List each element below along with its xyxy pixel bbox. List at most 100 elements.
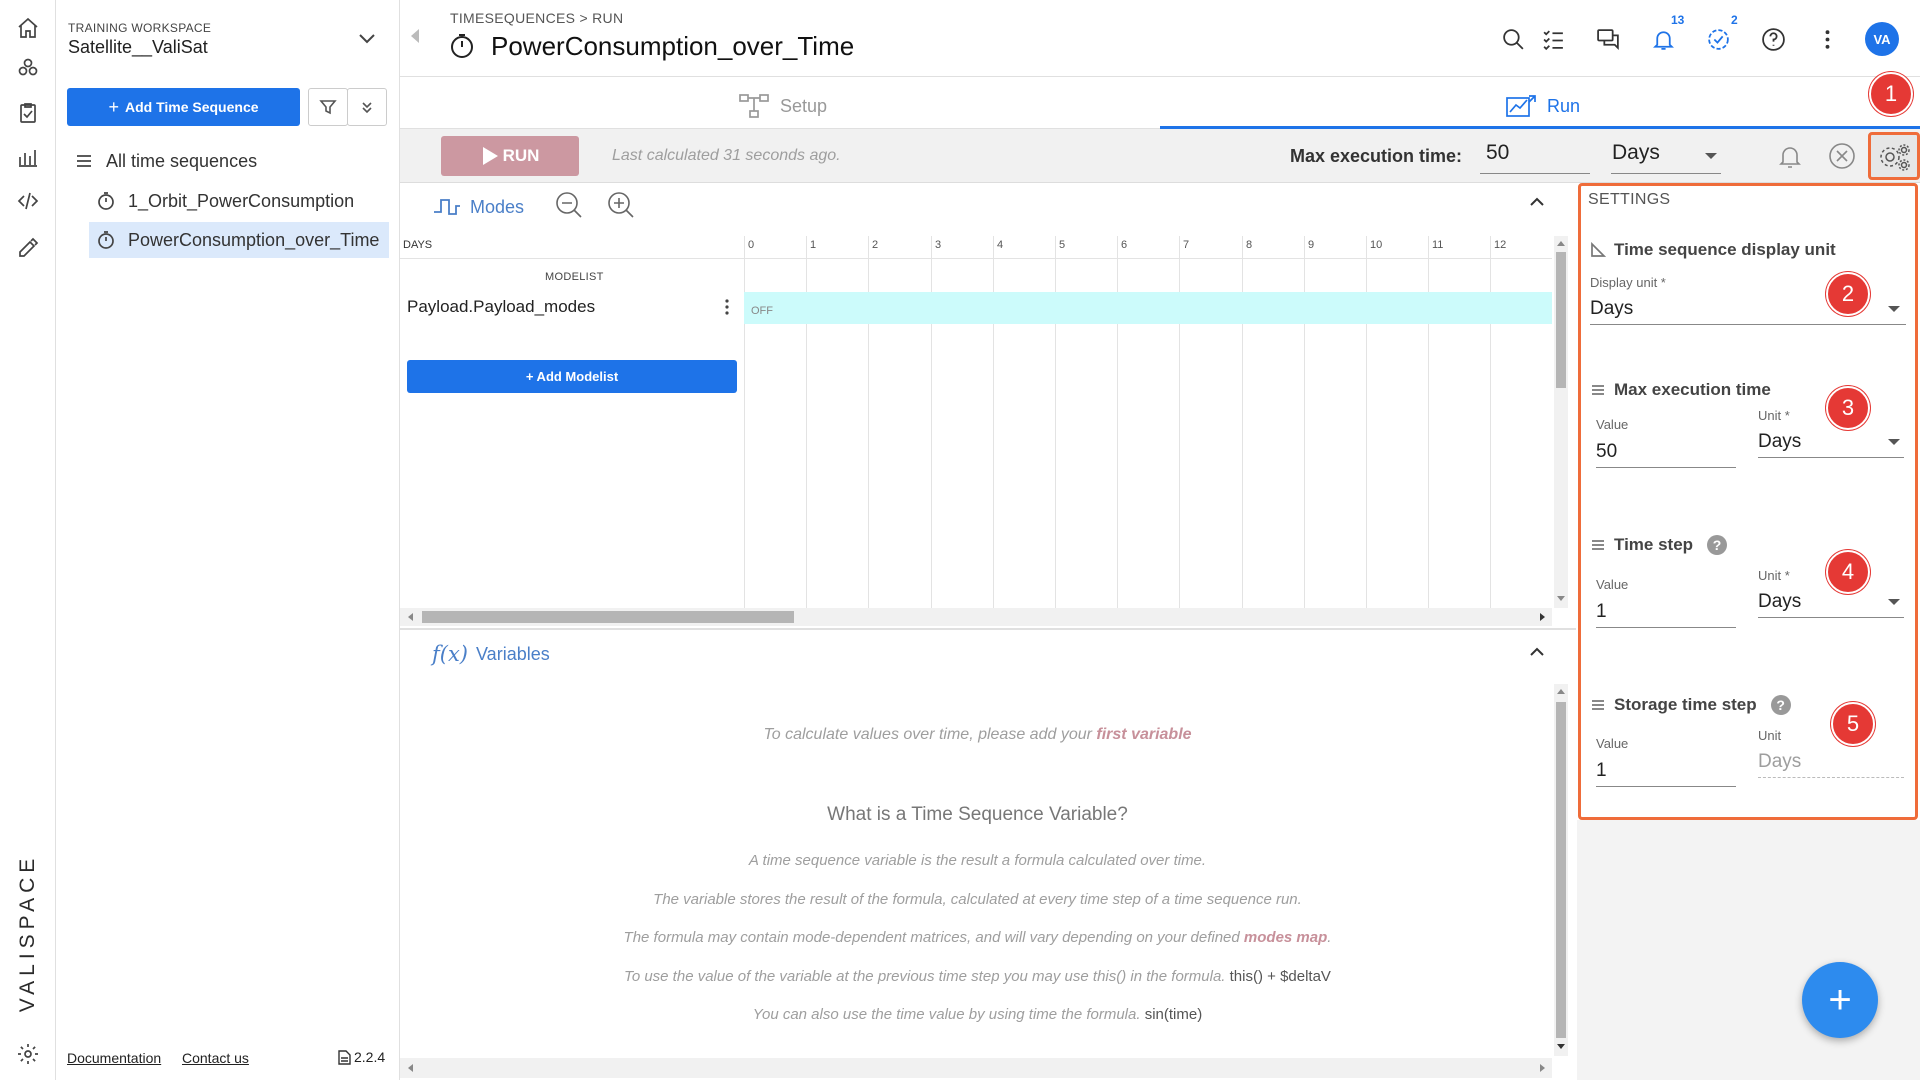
add-modelist-button[interactable]: + Add Modelist bbox=[407, 360, 737, 393]
home-icon[interactable] bbox=[14, 14, 42, 42]
checklist-icon[interactable] bbox=[1540, 26, 1566, 52]
version: 2.2.4 bbox=[338, 1049, 385, 1065]
annotation-marker-3: 3 bbox=[1826, 386, 1870, 430]
left-rail: VALISPACE bbox=[0, 0, 56, 1080]
help-icon[interactable]: ? bbox=[1707, 535, 1728, 555]
modes-map-link[interactable]: modes map bbox=[1244, 929, 1327, 946]
stopwatch-icon bbox=[98, 192, 114, 210]
run-button[interactable]: RUN bbox=[441, 136, 579, 176]
modelist-name[interactable]: Payload.Payload_modes bbox=[407, 297, 595, 317]
zoom-in-icon[interactable] bbox=[606, 190, 636, 220]
stop-icon[interactable] bbox=[1827, 141, 1857, 171]
modes-title: Modes bbox=[470, 196, 525, 217]
last-calculated-text: Last calculated 31 seconds ago. bbox=[612, 147, 841, 164]
max-execution-value-input[interactable]: 50 bbox=[1596, 441, 1736, 468]
avatar[interactable]: VA bbox=[1865, 22, 1899, 56]
expand-all-button[interactable] bbox=[347, 88, 387, 126]
scroll-down-icon[interactable] bbox=[1557, 1044, 1565, 1049]
storage-time-step-value-input[interactable]: 1 bbox=[1596, 760, 1736, 787]
scroll-right-icon[interactable] bbox=[1540, 613, 1545, 621]
tools-icon[interactable] bbox=[14, 232, 42, 260]
collapse-modes-icon[interactable] bbox=[1529, 197, 1545, 207]
scroll-thumb[interactable] bbox=[422, 611, 794, 623]
scroll-left-icon[interactable] bbox=[408, 1064, 413, 1072]
filter-icon bbox=[319, 100, 337, 115]
settings-title: SETTINGS bbox=[1588, 191, 1671, 208]
panel-divider bbox=[400, 628, 1576, 630]
max-execution-unit-select[interactable]: Days bbox=[1758, 431, 1904, 458]
time-step-value-input[interactable]: 1 bbox=[1596, 601, 1736, 628]
settings-icon[interactable] bbox=[14, 1040, 42, 1068]
documentation-link[interactable]: Documentation bbox=[67, 1050, 161, 1066]
chat-icon[interactable] bbox=[1595, 26, 1621, 52]
code-icon[interactable] bbox=[14, 187, 42, 215]
scroll-up-icon[interactable] bbox=[1557, 241, 1565, 246]
components-icon[interactable] bbox=[14, 54, 42, 82]
timeline-tick-label: 4 bbox=[997, 239, 1004, 251]
breadcrumb-timesequences[interactable]: TIMESEQUENCES bbox=[450, 10, 575, 26]
tab-setup[interactable]: Setup bbox=[738, 88, 827, 124]
more-icon[interactable] bbox=[1814, 26, 1840, 52]
tab-run[interactable]: Run bbox=[1505, 88, 1580, 124]
workspace-name[interactable]: Satellite__ValiSat bbox=[68, 37, 208, 58]
scroll-left-icon[interactable] bbox=[408, 613, 413, 621]
timeline-tick-label: 10 bbox=[1370, 239, 1383, 251]
display-unit-label: Display unit * bbox=[1590, 275, 1666, 290]
mode-timeline-bar[interactable] bbox=[744, 292, 1552, 324]
bell-icon[interactable] bbox=[1650, 26, 1676, 52]
variables-header[interactable]: f(x) Variables bbox=[432, 642, 550, 666]
first-variable-link[interactable]: first variable bbox=[1096, 726, 1191, 743]
collapse-sidebar-icon[interactable] bbox=[409, 28, 421, 44]
search-icon[interactable] bbox=[1500, 26, 1526, 52]
annotation-marker-5: 5 bbox=[1831, 702, 1875, 746]
scroll-up-icon[interactable] bbox=[1557, 689, 1565, 694]
grid-header-divider bbox=[400, 258, 1552, 259]
add-variable-fab[interactable]: + bbox=[1802, 962, 1878, 1038]
max-execution-unit-value: Days bbox=[1612, 141, 1660, 164]
zoom-out-icon[interactable] bbox=[554, 190, 584, 220]
breadcrumb: TIMESEQUENCES > RUN bbox=[450, 10, 623, 26]
scroll-down-icon[interactable] bbox=[1557, 596, 1565, 601]
run-button-label: RUN bbox=[502, 146, 540, 165]
timeline-tick-label: 8 bbox=[1246, 239, 1253, 251]
modes-horizontal-scrollbar[interactable] bbox=[400, 608, 1552, 626]
variables-vertical-scrollbar[interactable] bbox=[1554, 684, 1568, 1056]
tasks-icon[interactable] bbox=[1705, 26, 1731, 52]
variables-title: Variables bbox=[476, 643, 550, 664]
settings-toggle-button[interactable] bbox=[1868, 132, 1920, 180]
scroll-right-icon[interactable] bbox=[1540, 1064, 1545, 1072]
collapse-variables-icon[interactable] bbox=[1529, 647, 1545, 657]
breadcrumb-run: RUN bbox=[592, 10, 624, 26]
time-step-value: 1 bbox=[1596, 601, 1607, 622]
modes-vertical-scrollbar[interactable] bbox=[1554, 236, 1568, 608]
help-icon[interactable] bbox=[1760, 26, 1786, 52]
add-time-sequence-button[interactable]: + Add Time Sequence bbox=[67, 88, 300, 126]
page-title: PowerConsumption_over_Time bbox=[491, 31, 855, 61]
timeline-tick-label: 2 bbox=[872, 239, 879, 251]
caret-down-icon bbox=[1888, 599, 1900, 605]
scroll-thumb[interactable] bbox=[1556, 702, 1566, 1038]
help-icon[interactable]: ? bbox=[1770, 695, 1791, 715]
contact-us-link[interactable]: Contact us bbox=[182, 1050, 249, 1066]
modes-header[interactable]: Modes bbox=[432, 192, 524, 222]
filter-button[interactable] bbox=[308, 88, 348, 126]
tree-item-all[interactable]: All time sequences bbox=[74, 143, 257, 179]
chevron-down-icon[interactable] bbox=[358, 32, 376, 46]
time-step-unit-select[interactable]: Days bbox=[1758, 591, 1904, 618]
run-chart-icon bbox=[1506, 95, 1536, 117]
variables-horizontal-scrollbar[interactable] bbox=[400, 1058, 1552, 1078]
scroll-thumb[interactable] bbox=[1556, 252, 1566, 388]
analytics-icon[interactable] bbox=[14, 143, 42, 171]
document-icon bbox=[338, 1049, 351, 1065]
tree-item-orbit[interactable]: 1_Orbit_PowerConsumption bbox=[96, 183, 354, 219]
requirements-icon[interactable] bbox=[14, 99, 42, 127]
stopwatch-icon bbox=[451, 34, 473, 58]
modelist-menu-icon[interactable] bbox=[724, 298, 730, 316]
timeline-tick-label: 0 bbox=[748, 239, 755, 251]
tree-item-power-consumption[interactable]: PowerConsumption_over_Time bbox=[89, 222, 389, 258]
max-execution-value-label: Value bbox=[1596, 417, 1629, 432]
double-chevron-down-icon bbox=[362, 102, 372, 114]
timeline-tick-label: 6 bbox=[1121, 239, 1128, 251]
bell-icon[interactable] bbox=[1775, 141, 1805, 171]
max-execution-input[interactable]: 50 bbox=[1480, 137, 1590, 174]
